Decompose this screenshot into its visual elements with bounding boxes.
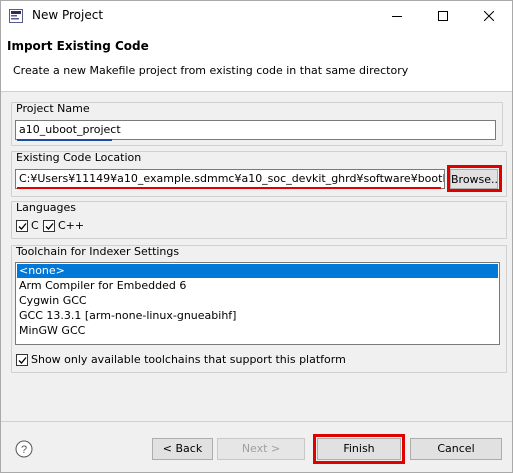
eclipse-app-icon [9,9,23,23]
checkmark-icon [18,357,27,364]
cpp-checkbox[interactable] [43,220,55,232]
close-button[interactable] [466,1,512,31]
project-name-label: Project Name [16,102,90,115]
cancel-button[interactable]: Cancel [410,438,502,460]
back-button[interactable]: < Back [152,438,213,460]
help-icon[interactable]: ? [15,440,33,458]
show-only-available-checkbox[interactable] [16,354,28,366]
list-item[interactable]: GCC 13.3.1 [arm-none-linux-gnueabihf] [17,309,498,323]
next-button[interactable]: Next > [217,438,305,460]
list-item[interactable]: Cygwin GCC [17,294,498,308]
project-name-input[interactable]: a10_uboot_project [15,120,496,140]
new-project-dialog: New Project Import Existing Code Create … [0,0,513,473]
show-only-available-label: Show only available toolchains that supp… [31,353,346,366]
wizard-header: Import Existing Code Create a new Makefi… [1,31,512,92]
title-bar: New Project [1,1,512,31]
list-item[interactable]: <none> [17,264,498,278]
code-location-label: Existing Code Location [16,151,142,164]
finish-highlight [313,434,405,464]
toolchain-label: Toolchain for Indexer Settings [16,245,180,258]
minimize-button[interactable] [374,1,420,31]
maximize-icon [438,11,448,21]
window-title: New Project [32,8,104,22]
minimize-icon [392,16,402,17]
page-title: Import Existing Code [7,39,149,53]
footer-divider [1,421,512,422]
checkmark-icon [18,223,27,230]
project-name-underline [17,139,112,141]
c-checkbox[interactable] [16,220,28,232]
toolchain-list[interactable]: <none> Arm Compiler for Embedded 6 Cygwi… [15,262,500,345]
page-description: Create a new Makefile project from exist… [13,64,409,77]
code-location-input[interactable]: C:¥Users¥11149¥a10_example.sdmmc¥a10_soc… [15,169,445,189]
languages-label: Languages [16,201,77,214]
languages-group [11,201,507,239]
cpp-label: C++ [58,219,85,232]
close-icon [484,11,494,21]
list-item[interactable]: MinGW GCC [17,324,498,338]
c-label: C [31,219,39,232]
maximize-button[interactable] [420,1,466,31]
checkmark-icon [45,223,54,230]
code-location-underline [17,187,441,189]
browse-highlight [447,165,502,192]
list-item[interactable]: Arm Compiler for Embedded 6 [17,279,498,293]
svg-text:?: ? [21,444,27,456]
